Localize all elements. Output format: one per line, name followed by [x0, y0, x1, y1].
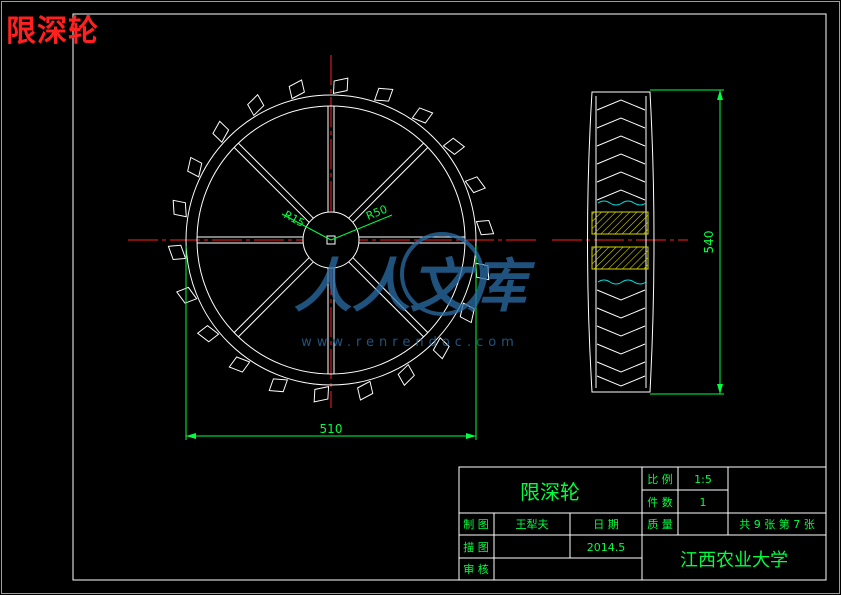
tread-lug [176, 286, 198, 304]
tread-chevron [596, 343, 646, 355]
quantity-label: 件 数 [647, 496, 673, 509]
spoke-line [348, 142, 424, 219]
tread-lug [313, 385, 330, 403]
traced-label: 描 图 [463, 540, 489, 554]
drawn-label: 制 图 [463, 518, 489, 531]
dim-arrow-left [186, 433, 196, 439]
wave-line-lower [597, 279, 647, 285]
watermark: 人人文库 www.renrendoc.com [294, 232, 536, 350]
date-label: 日 期 [593, 518, 619, 531]
drawn-name: 王犁夫 [516, 517, 549, 531]
spoke-line [238, 142, 314, 219]
tread-chevron [596, 153, 646, 165]
dim-510-label: 510 [320, 422, 343, 436]
wheel-front-view: R15 R50 510 [128, 55, 536, 440]
tread-lug [464, 176, 486, 194]
cad-drawing: R15 R50 510 540 人人文库 www.renrendoc.com 限… [1, 1, 840, 594]
tread-lug [357, 380, 374, 401]
tread-chevron [596, 375, 646, 387]
watermark-logo-text: 人人文库 [294, 252, 536, 320]
tread-lug [475, 219, 495, 236]
title-block-texts: 限深轮 比 例 1:5 件 数 1 制 图 王犁夫 日 期 质 量 共 9 张 … [463, 472, 814, 576]
tread-lug [332, 77, 349, 95]
dim-540-label: 540 [702, 231, 716, 254]
scale-value: 1:5 [694, 473, 712, 486]
tread-chevron [596, 117, 646, 129]
tread-lug [187, 156, 203, 178]
r50-label: R50 [364, 203, 389, 223]
hub-section-lower [591, 246, 649, 270]
tread-chevron [596, 307, 646, 319]
sheet-info: 共 9 张 第 7 张 [739, 517, 814, 531]
side-outer-profile [587, 91, 655, 393]
dim-arrow-bottom [717, 384, 723, 394]
drawing-title: 限深轮 [6, 14, 99, 49]
hub-section-upper [591, 211, 649, 235]
institution: 江西农业大学 [680, 550, 788, 571]
tread-chevron [596, 99, 646, 111]
tread-lug [411, 107, 434, 124]
checked-label: 审 核 [463, 562, 489, 576]
tread-chevron [596, 189, 646, 201]
tread-chevron [596, 135, 646, 147]
mass-label: 质 量 [647, 518, 673, 531]
part-name: 限深轮 [520, 480, 580, 504]
tread-chevron [596, 289, 646, 301]
r15-label: R15 [282, 208, 307, 230]
tread-lug [167, 244, 187, 261]
wheel-side-view: 540 [552, 89, 724, 395]
watermark-url: www.renrendoc.com [301, 335, 519, 350]
tread-lug [288, 79, 305, 100]
tread-chevrons [596, 99, 646, 387]
tread-lug [172, 199, 187, 218]
date-value: 2014.5 [587, 541, 626, 554]
dim-arrow-right [466, 433, 476, 439]
tread-lug [228, 356, 251, 373]
scale-label: 比 例 [647, 472, 673, 486]
quantity-value: 1 [700, 496, 707, 509]
tread-chevron [596, 361, 646, 373]
tread-chevron [596, 325, 646, 337]
tread-lug [268, 378, 289, 393]
spoke-line [233, 147, 310, 223]
wave-line-upper [597, 200, 647, 206]
tread-chevron [596, 171, 646, 183]
dim-arrow-top [717, 90, 723, 100]
tread-lug [373, 87, 394, 102]
